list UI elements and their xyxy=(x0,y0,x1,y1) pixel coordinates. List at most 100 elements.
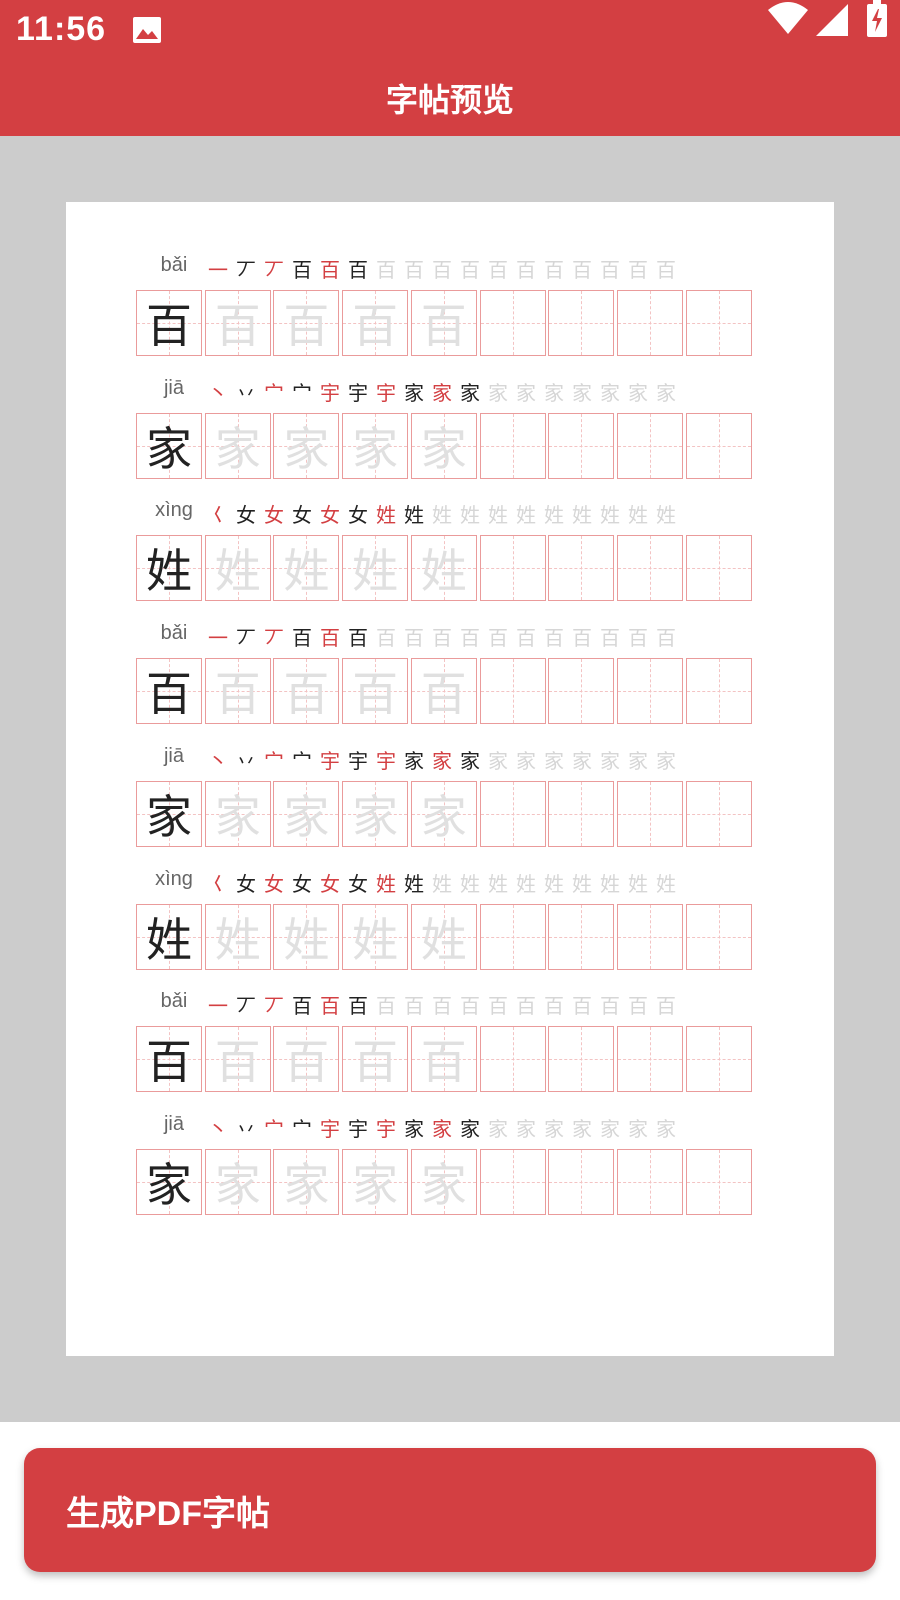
stroke-ghost: 百 xyxy=(460,994,480,1019)
stroke-order-sequence: 一丆丆百百百百百百百百百百百百百百 xyxy=(204,622,680,652)
trace-character: 百 xyxy=(283,1035,330,1090)
trace-character: 家 xyxy=(420,1157,467,1212)
stroke-step: 丶 xyxy=(208,380,228,405)
stroke-ghost: 百 xyxy=(544,258,564,282)
stroke-ghost: 家 xyxy=(656,748,676,773)
image-icon xyxy=(133,17,161,43)
blank-cell xyxy=(685,1148,752,1215)
stroke-step: 家 xyxy=(460,748,480,773)
trace-cell: 百 xyxy=(410,290,477,356)
stroke-ghost: 百 xyxy=(544,626,564,651)
worksheet-row: xìng 𡿨 女女女女女姓姓姓姓姓姓姓姓姓姓姓姓姓姓姓姓 xyxy=(136,868,786,988)
stroke-ghost: 百 xyxy=(432,994,452,1019)
stroke-ghost: 百 xyxy=(656,626,676,651)
stroke-order-sequence: 丶丷宀宀宇宇宇家家家家家家家家家家 xyxy=(204,377,680,407)
stroke-step: 家 xyxy=(404,1116,424,1141)
pinyin-label: bǎi xyxy=(160,254,188,276)
stroke-ghost: 百 xyxy=(628,994,648,1019)
blank-cell xyxy=(548,1148,615,1215)
stroke-step: 宀 xyxy=(264,748,284,773)
trace-cell: 姓 xyxy=(410,903,477,970)
stroke-step: 宇 xyxy=(376,380,396,405)
stroke-ghost: 百 xyxy=(404,994,424,1019)
stroke-ghost: 百 xyxy=(432,258,452,282)
practice-grid: 百百百百百 xyxy=(136,290,776,358)
trace-cell: 百 xyxy=(204,1026,271,1093)
model-cell: 姓 xyxy=(136,903,202,970)
stroke-ghost: 家 xyxy=(544,380,564,405)
model-character: 百 xyxy=(146,1035,192,1090)
preview-area[interactable]: bǎi 一丆丆百百百百百百百百百百百百百百百百百百百 jiā 丶丷宀宀宇宇宇家家家家家… xyxy=(0,136,900,1422)
trace-cell: 姓 xyxy=(273,535,340,602)
stroke-ghost: 家 xyxy=(544,748,564,773)
stroke-step: 家 xyxy=(404,748,424,773)
stroke-step: 姓 xyxy=(404,871,424,896)
stroke-ghost: 家 xyxy=(516,380,536,405)
blank-cell xyxy=(479,290,546,356)
stroke-ghost: 家 xyxy=(516,1116,536,1141)
trace-character: 姓 xyxy=(352,912,399,967)
model-cell: 家 xyxy=(136,1148,202,1215)
trace-cell: 百 xyxy=(273,1026,340,1093)
stroke-ghost: 家 xyxy=(600,380,620,405)
stroke-step: 女 xyxy=(236,871,256,896)
pinyin-label: jiā xyxy=(163,1112,184,1135)
worksheet-row: xìng 𡿨 女女女女女姓姓姓姓姓姓姓姓姓姓姓姓姓姓姓姓 xyxy=(136,499,786,619)
stroke-ghost: 百 xyxy=(600,994,620,1019)
stroke-ghost: 姓 xyxy=(488,503,508,528)
trace-character: 百 xyxy=(283,299,330,353)
model-character: 姓 xyxy=(146,544,192,599)
stroke-ghost: 姓 xyxy=(516,503,536,528)
stroke-ghost: 百 xyxy=(628,258,648,282)
generate-pdf-button[interactable]: 生成PDF字帖 xyxy=(24,1448,876,1572)
blank-cell xyxy=(616,903,683,970)
blank-cell xyxy=(479,412,546,479)
stroke-ghost: 姓 xyxy=(600,503,620,528)
stroke-step: 家 xyxy=(432,380,452,405)
stroke-step: 宇 xyxy=(320,1116,340,1141)
blank-cell xyxy=(616,658,683,725)
model-character: 家 xyxy=(146,421,192,476)
stroke-ghost: 姓 xyxy=(488,871,508,896)
stroke-step: 丆 xyxy=(236,626,256,651)
stroke-step: 丆 xyxy=(236,994,256,1019)
stroke-ghost: 百 xyxy=(404,258,424,282)
stroke-step: 女 xyxy=(264,871,284,896)
stroke-step: 百 xyxy=(292,626,312,651)
stroke-ghost: 百 xyxy=(460,626,480,651)
stroke-step: 宇 xyxy=(348,1116,368,1141)
stroke-step: 姓 xyxy=(376,503,396,528)
model-character: 姓 xyxy=(146,912,192,967)
trace-character: 百 xyxy=(214,299,261,353)
stroke-ghost: 姓 xyxy=(656,871,676,896)
blank-cell xyxy=(479,535,546,602)
trace-cell: 姓 xyxy=(204,903,271,970)
trace-cell: 家 xyxy=(273,412,340,479)
stroke-step: 百 xyxy=(320,258,340,282)
stroke-step: 宇 xyxy=(348,748,368,773)
stroke-order-sequence: 一丆丆百百百百百百百百百百百百百百 xyxy=(204,254,680,284)
stroke-step: 百 xyxy=(320,626,340,651)
worksheet-row: bǎi 一丆丆百百百百百百百百百百百百百百百百百百百 xyxy=(136,622,786,742)
trace-character: 家 xyxy=(283,421,330,476)
stroke-step: 百 xyxy=(348,994,368,1019)
status-time: 11:56 xyxy=(16,10,107,48)
trace-cell: 百 xyxy=(204,658,271,725)
practice-grid: 姓姓姓姓姓 xyxy=(136,903,776,972)
stroke-order-sequence: 𡿨女女女女女姓姓姓姓姓姓姓姓姓姓姓 xyxy=(204,868,680,898)
stroke-ghost: 姓 xyxy=(544,503,564,528)
stroke-ghost: 姓 xyxy=(572,871,592,896)
worksheet-row: bǎi 一丆丆百百百百百百百百百百百百百百百百百百百 xyxy=(136,254,786,374)
blank-cell xyxy=(616,535,683,602)
trace-cell: 家 xyxy=(410,780,477,847)
stroke-step: 家 xyxy=(404,380,424,405)
blank-cell xyxy=(479,1026,546,1093)
trace-cell: 家 xyxy=(273,1148,340,1215)
trace-character: 百 xyxy=(214,667,261,722)
stroke-ghost: 姓 xyxy=(628,871,648,896)
stroke-step: 一 xyxy=(208,994,228,1019)
stroke-ghost: 百 xyxy=(516,258,536,282)
stroke-step: 宀 xyxy=(292,380,312,405)
trace-character: 姓 xyxy=(283,544,330,599)
trace-cell: 家 xyxy=(410,1148,477,1215)
